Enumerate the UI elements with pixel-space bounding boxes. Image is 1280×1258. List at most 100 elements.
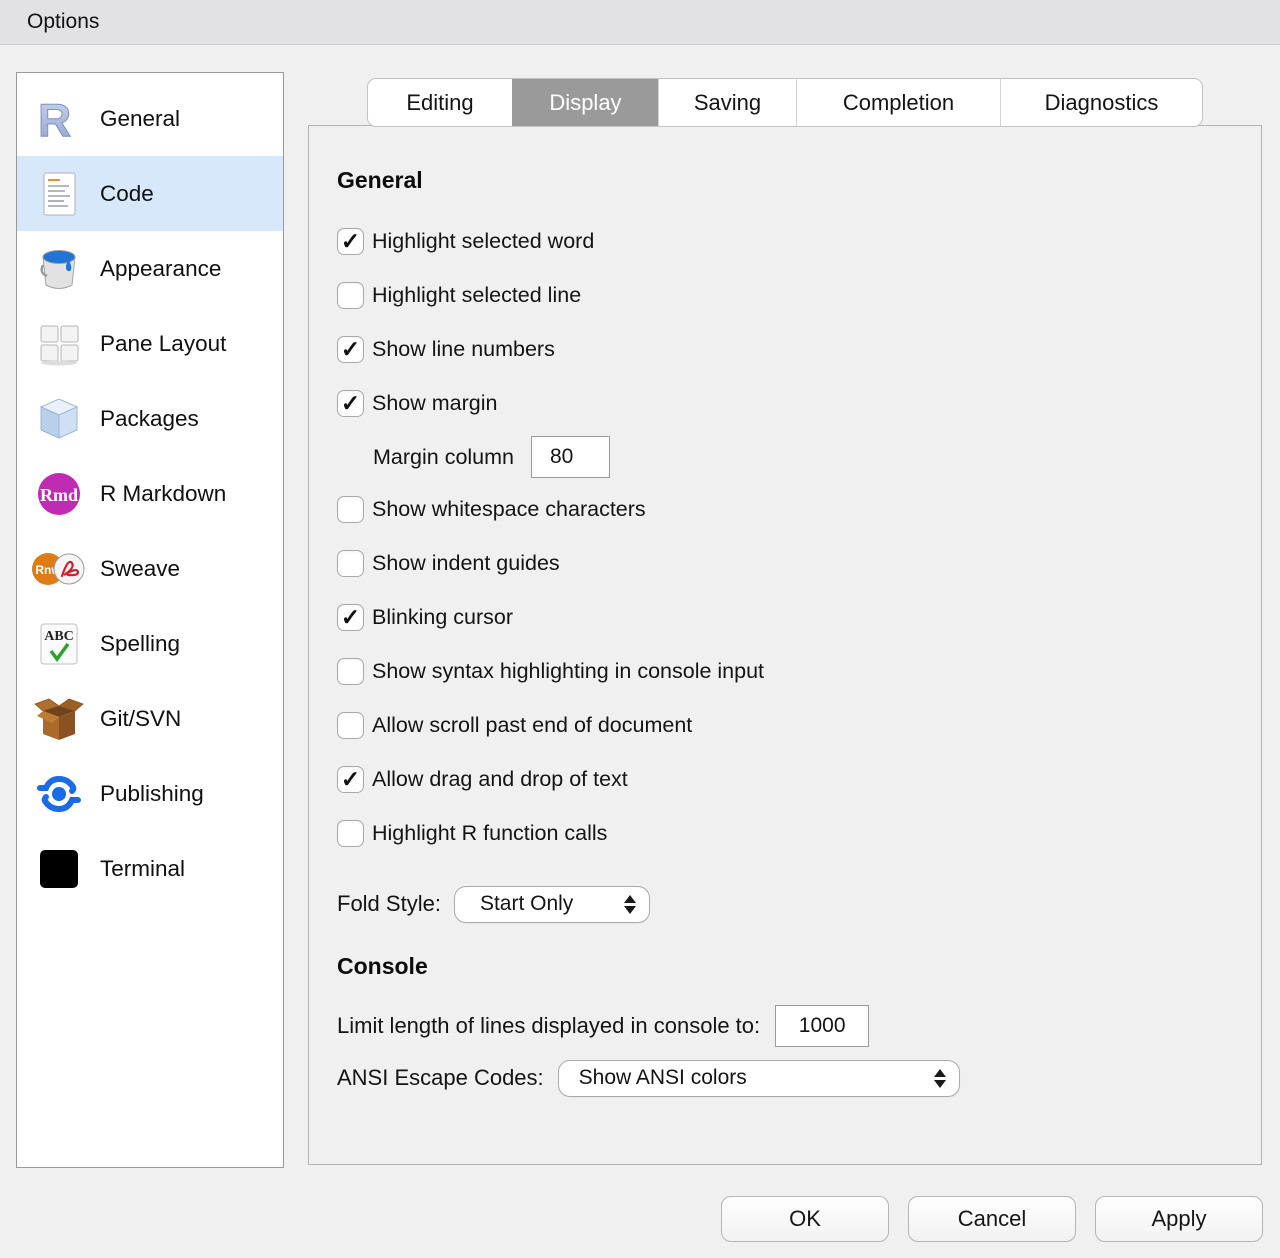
tab-diagnostics[interactable]: Diagnostics <box>1000 79 1202 126</box>
sidebar-item-spelling[interactable]: ABC Spelling <box>17 606 283 681</box>
window-title: Options <box>27 10 99 34</box>
sidebar-item-general[interactable]: R General <box>17 81 283 156</box>
scroll-past-end-checkbox[interactable] <box>337 712 364 739</box>
checkbox-row-blinking-cursor: ✓ Blinking cursor <box>337 603 1231 631</box>
checkbox-label: Highlight selected word <box>372 229 594 254</box>
checkbox-label: Highlight R function calls <box>372 821 607 846</box>
sidebar-item-label: Code <box>100 181 154 207</box>
highlight-selected-line-checkbox[interactable] <box>337 282 364 309</box>
checkbox-label: Show whitespace characters <box>372 497 646 522</box>
window-titlebar: Options <box>0 0 1280 45</box>
show-indent-guides-checkbox[interactable] <box>337 550 364 577</box>
sidebar: R General Code <box>16 72 284 1168</box>
sidebar-item-code[interactable]: Code <box>17 156 283 231</box>
checkbox-row-show-line-numbers: ✓ Show line numbers <box>337 335 1231 363</box>
fold-style-value: Start Only <box>480 892 573 916</box>
sidebar-item-publishing[interactable]: Publishing <box>17 756 283 831</box>
checkbox-label: Show syntax highlighting in console inpu… <box>372 659 764 684</box>
publish-connect-icon <box>31 764 87 824</box>
margin-column-input[interactable] <box>531 436 610 478</box>
pane-grid-icon <box>31 314 87 374</box>
sidebar-item-label: Sweave <box>100 556 180 582</box>
tab-completion[interactable]: Completion <box>796 79 1000 126</box>
sidebar-item-appearance[interactable]: Appearance <box>17 231 283 306</box>
tab-bar: Editing Display Saving Completion Diagno… <box>367 78 1203 127</box>
checkbox-row-show-margin: ✓ Show margin <box>337 389 1231 417</box>
general-section-heading: General <box>337 167 1231 194</box>
cardboard-box-icon <box>31 689 87 749</box>
margin-column-label: Margin column <box>373 445 514 470</box>
sidebar-item-pane-layout[interactable]: Pane Layout <box>17 306 283 381</box>
checkbox-row-show-indent-guides: Show indent guides <box>337 549 1231 577</box>
fold-style-row: Fold Style: Start Only <box>337 885 1231 923</box>
checkbox-row-highlight-selected-line: Highlight selected line <box>337 281 1231 309</box>
sidebar-item-label: General <box>100 106 180 132</box>
cancel-button[interactable]: Cancel <box>908 1196 1076 1242</box>
sidebar-item-r-markdown[interactable]: Rmd R Markdown <box>17 456 283 531</box>
r-logo-icon: R <box>31 89 87 149</box>
paint-bucket-icon <box>31 239 87 299</box>
svg-text:ABC: ABC <box>44 629 74 644</box>
ok-button[interactable]: OK <box>721 1196 889 1242</box>
checkbox-label: Show indent guides <box>372 551 560 576</box>
ansi-escape-codes-select[interactable]: Show ANSI colors <box>558 1060 960 1097</box>
svg-text:R: R <box>38 96 71 142</box>
checkbox-label: Blinking cursor <box>372 605 513 630</box>
settings-panel: General ✓ Highlight selected word Highli… <box>308 125 1262 1165</box>
sidebar-item-label: Terminal <box>100 856 185 882</box>
ansi-escape-codes-row: ANSI Escape Codes: Show ANSI colors <box>337 1059 1231 1097</box>
rmd-badge-icon: Rmd <box>31 464 87 524</box>
checkbox-label: Highlight selected line <box>372 283 581 308</box>
sidebar-item-sweave[interactable]: Rnw Sweave <box>17 531 283 606</box>
fold-style-select[interactable]: Start Only <box>454 886 650 923</box>
drag-and-drop-checkbox[interactable]: ✓ <box>337 766 364 793</box>
highlight-r-function-calls-checkbox[interactable] <box>337 820 364 847</box>
checkbox-row-show-whitespace: Show whitespace characters <box>337 495 1231 523</box>
tab-display[interactable]: Display <box>512 79 658 126</box>
console-section-heading: Console <box>337 953 1231 980</box>
checkbox-row-highlight-r-function-calls: Highlight R function calls <box>337 819 1231 847</box>
abc-check-icon: ABC <box>31 614 87 674</box>
checkbox-label: Allow scroll past end of document <box>372 713 692 738</box>
sidebar-item-git-svn[interactable]: Git/SVN <box>17 681 283 756</box>
tab-editing[interactable]: Editing <box>368 79 512 126</box>
margin-column-row: Margin column <box>373 435 1231 479</box>
sidebar-item-label: Packages <box>100 406 199 432</box>
checkbox-label: Show margin <box>372 391 497 416</box>
checkbox-row-drag-and-drop: ✓ Allow drag and drop of text <box>337 765 1231 793</box>
show-line-numbers-checkbox[interactable]: ✓ <box>337 336 364 363</box>
fold-style-label: Fold Style: <box>337 891 441 917</box>
rnw-pdf-icon: Rnw <box>31 539 87 599</box>
console-syntax-highlighting-checkbox[interactable] <box>337 658 364 685</box>
sidebar-item-terminal[interactable]: Terminal <box>17 831 283 906</box>
blinking-cursor-checkbox[interactable]: ✓ <box>337 604 364 631</box>
sidebar-item-label: Publishing <box>100 781 204 807</box>
code-document-icon <box>31 164 87 224</box>
tab-saving[interactable]: Saving <box>658 79 796 126</box>
dialog-footer: OK Cancel Apply <box>721 1196 1263 1242</box>
apply-button[interactable]: Apply <box>1095 1196 1263 1242</box>
package-cube-icon <box>31 389 87 449</box>
console-limit-input[interactable] <box>775 1005 869 1047</box>
highlight-selected-word-checkbox[interactable]: ✓ <box>337 228 364 255</box>
ansi-escape-codes-label: ANSI Escape Codes: <box>337 1065 544 1091</box>
checkbox-row-highlight-selected-word: ✓ Highlight selected word <box>337 227 1231 255</box>
ansi-escape-codes-value: Show ANSI colors <box>579 1066 747 1090</box>
checkbox-row-console-syntax-highlighting: Show syntax highlighting in console inpu… <box>337 657 1231 685</box>
sidebar-item-label: Git/SVN <box>100 706 181 732</box>
sidebar-item-label: Spelling <box>100 631 180 657</box>
sidebar-item-label: R Markdown <box>100 481 226 507</box>
console-limit-label: Limit length of lines displayed in conso… <box>337 1013 760 1039</box>
terminal-square-icon <box>31 839 87 899</box>
checkbox-label: Allow drag and drop of text <box>372 767 628 792</box>
stepper-arrows-icon <box>624 895 636 914</box>
show-margin-checkbox[interactable]: ✓ <box>337 390 364 417</box>
checkbox-row-scroll-past-end: Allow scroll past end of document <box>337 711 1231 739</box>
show-whitespace-checkbox[interactable] <box>337 496 364 523</box>
stepper-arrows-icon <box>934 1069 946 1088</box>
sidebar-item-label: Appearance <box>100 256 221 282</box>
sidebar-item-packages[interactable]: Packages <box>17 381 283 456</box>
sidebar-item-label: Pane Layout <box>100 331 226 357</box>
svg-text:Rmd: Rmd <box>40 485 78 505</box>
console-limit-row: Limit length of lines displayed in conso… <box>337 1005 1231 1047</box>
